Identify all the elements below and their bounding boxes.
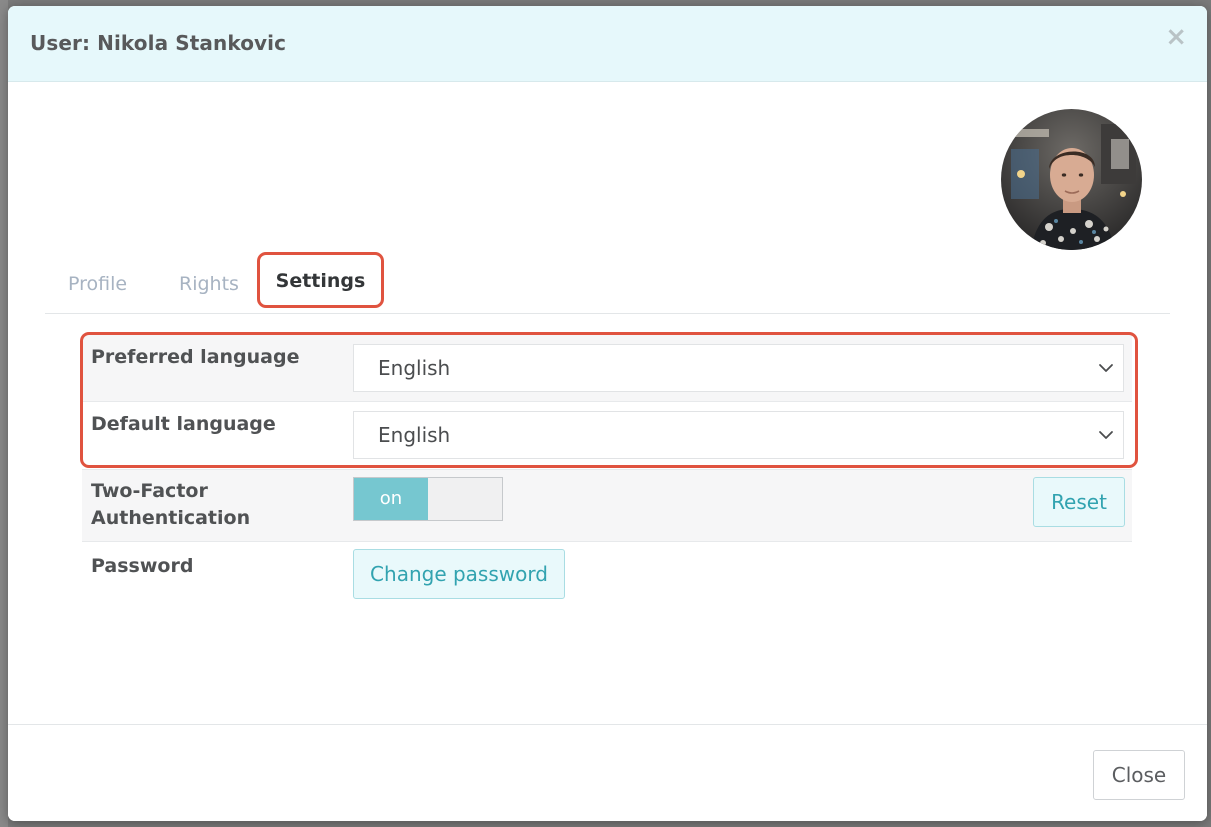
user-dialog: User: Nikola Stankovic × Profile Rights … [8, 6, 1207, 821]
dialog-header: User: Nikola Stankovic × [8, 6, 1207, 82]
dialog-title: User: Nikola Stankovic [30, 31, 287, 55]
dialog-footer: Close [8, 724, 1207, 821]
chevron-down-icon [1099, 364, 1113, 372]
two-factor-label: Two-Factor Authentication [91, 478, 250, 532]
tab-rights[interactable]: Rights [179, 273, 239, 295]
preferred-language-label: Preferred language [91, 346, 300, 368]
default-language-row: Default language English [82, 402, 1132, 469]
password-label: Password [91, 555, 194, 577]
tab-profile[interactable]: Profile [68, 273, 127, 295]
two-factor-toggle[interactable]: on [353, 477, 503, 521]
close-icon[interactable]: × [1165, 24, 1187, 50]
preferred-language-select[interactable]: English [353, 344, 1124, 392]
avatar [1001, 109, 1142, 250]
user-avatar-icon [1001, 109, 1142, 250]
two-factor-label-line1: Two-Factor [91, 480, 208, 502]
default-language-label: Default language [91, 413, 276, 435]
two-factor-label-line2: Authentication [91, 507, 251, 529]
toggle-on-label: on [354, 478, 428, 520]
default-language-select[interactable]: English [353, 411, 1124, 459]
tab-bar: Profile Rights Settings [45, 251, 1170, 314]
change-password-button[interactable]: Change password [353, 549, 565, 599]
close-button[interactable]: Close [1093, 750, 1185, 800]
password-row: Password Change password [82, 542, 1132, 612]
default-language-value: English [378, 423, 451, 447]
preferred-language-row: Preferred language English [82, 334, 1132, 401]
chevron-down-icon [1099, 431, 1113, 439]
background-app-edge [0, 0, 8, 827]
reset-button[interactable]: Reset [1033, 477, 1125, 527]
preferred-language-value: English [378, 356, 451, 380]
two-factor-row: Two-Factor Authentication on Reset [82, 470, 1132, 541]
tab-settings[interactable]: Settings [257, 252, 384, 308]
